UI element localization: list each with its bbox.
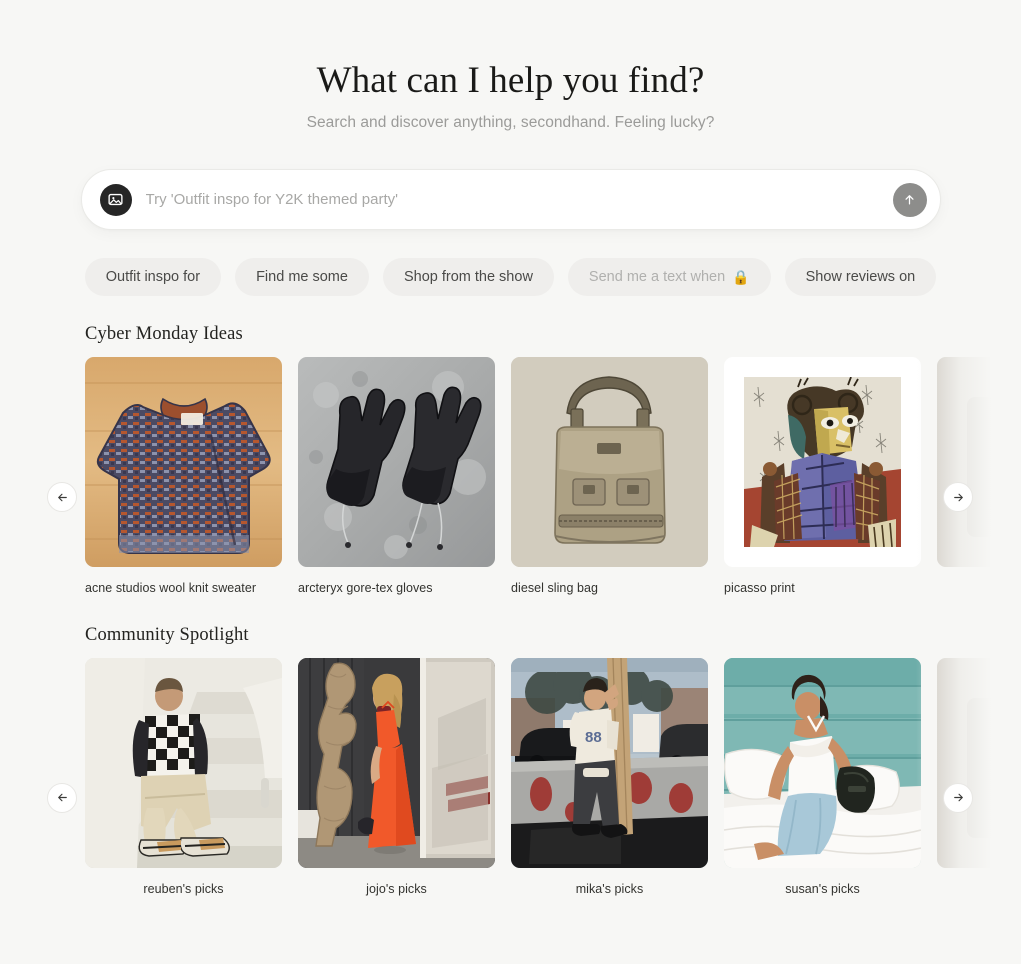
chip-show-reviews-on[interactable]: Show reviews on (784, 258, 937, 297)
card-caption: reuben's picks (143, 881, 224, 896)
arrow-left-icon (57, 793, 67, 802)
arrow-left-icon (57, 493, 67, 502)
search-bar[interactable] (80, 169, 941, 231)
next-item-photo (937, 357, 1021, 568)
image-search-button[interactable] (99, 183, 132, 216)
chip-label: Send me a text when (588, 269, 726, 286)
page-subtitle: Search and discover anything, secondhand… (306, 114, 715, 132)
section-community-spotlight: Community Spotlight reuben's picks jojo'… (0, 625, 1021, 897)
gloves-photo (298, 357, 495, 568)
card-item[interactable] (937, 357, 1021, 596)
card-image (298, 357, 495, 568)
picasso-print-photo (744, 377, 901, 548)
card-image (724, 657, 921, 868)
suggestion-chips: Outfit inspo for Find me some Shop from … (0, 258, 1021, 297)
carousel-track[interactable]: acne studios wool knit sweater arcteryx … (0, 357, 1021, 596)
card-caption: susan's picks (785, 881, 860, 896)
card-item[interactable]: susan's picks (724, 657, 921, 897)
chip-label: Show reviews on (805, 269, 916, 286)
lock-icon: 🔒 (732, 269, 750, 286)
card-caption: arcteryx gore-tex gloves (298, 581, 433, 596)
chip-outfit-inspo-for[interactable]: Outfit inspo for (84, 258, 222, 297)
image-icon (108, 194, 123, 206)
sweater-photo (85, 357, 282, 568)
card-item[interactable] (937, 657, 1021, 897)
carousel-track[interactable]: reuben's picks jojo's picks 88 mika's pi… (0, 657, 1021, 897)
search-input[interactable] (145, 170, 893, 230)
card-image (85, 657, 282, 868)
card-image: 88 (511, 657, 708, 868)
next-item-photo (937, 657, 1021, 868)
card-image (937, 357, 1021, 568)
chip-shop-from-the-show[interactable]: Shop from the show (382, 258, 554, 297)
card-item[interactable]: 88 mika's picks (511, 657, 708, 897)
card-item[interactable]: arcteryx gore-tex gloves (298, 357, 495, 596)
section-cyber-monday-ideas: Cyber Monday Ideas acne studios wool kni… (0, 324, 1021, 596)
page-title: What can I help you find? (316, 60, 705, 101)
card-image (298, 657, 495, 868)
card-item[interactable]: reuben's picks (85, 657, 282, 897)
card-caption: diesel sling bag (511, 581, 598, 596)
reuben-photo (85, 657, 282, 868)
carousel-wrapper: reuben's picks jojo's picks 88 mika's pi… (0, 657, 1021, 897)
arrow-right-icon (953, 493, 963, 502)
card-image (85, 357, 282, 568)
arrow-right-icon (953, 793, 963, 802)
card-caption: jojo's picks (366, 881, 427, 896)
chip-label: Outfit inspo for (105, 269, 201, 286)
chip-find-me-some[interactable]: Find me some (235, 258, 369, 297)
card-image (724, 357, 921, 568)
susan-photo (724, 657, 921, 868)
card-item[interactable]: diesel sling bag (511, 357, 708, 596)
carousel-prev-button[interactable] (47, 782, 77, 813)
hero-section: What can I help you find? Search and dis… (0, 0, 1021, 132)
app-root: What can I help you find? Search and dis… (0, 0, 1021, 964)
arrow-up-icon (905, 195, 914, 205)
slingbag-photo (511, 357, 708, 568)
card-caption: picasso print (724, 581, 795, 596)
card-caption: mika's picks (575, 881, 644, 896)
svg-text:88: 88 (585, 729, 602, 746)
card-image (937, 657, 1021, 868)
chip-label: Find me some (256, 269, 348, 286)
card-item[interactable]: acne studios wool knit sweater (85, 357, 282, 596)
search-submit-button[interactable] (892, 182, 927, 217)
card-image (511, 357, 708, 568)
jojo-photo (298, 657, 495, 868)
mika-photo: 88 (511, 657, 708, 868)
section-title: Community Spotlight (85, 624, 249, 645)
chip-label: Shop from the show (403, 269, 533, 286)
chip-send-me-a-text-when[interactable]: Send me a text when 🔒 (567, 258, 771, 297)
card-caption: acne studios wool knit sweater (85, 581, 257, 596)
card-item[interactable]: picasso print (724, 357, 921, 596)
carousel-next-button[interactable] (943, 782, 973, 813)
carousel-wrapper: acne studios wool knit sweater arcteryx … (0, 357, 1021, 596)
section-title: Cyber Monday Ideas (85, 324, 243, 345)
card-item[interactable]: jojo's picks (298, 657, 495, 897)
